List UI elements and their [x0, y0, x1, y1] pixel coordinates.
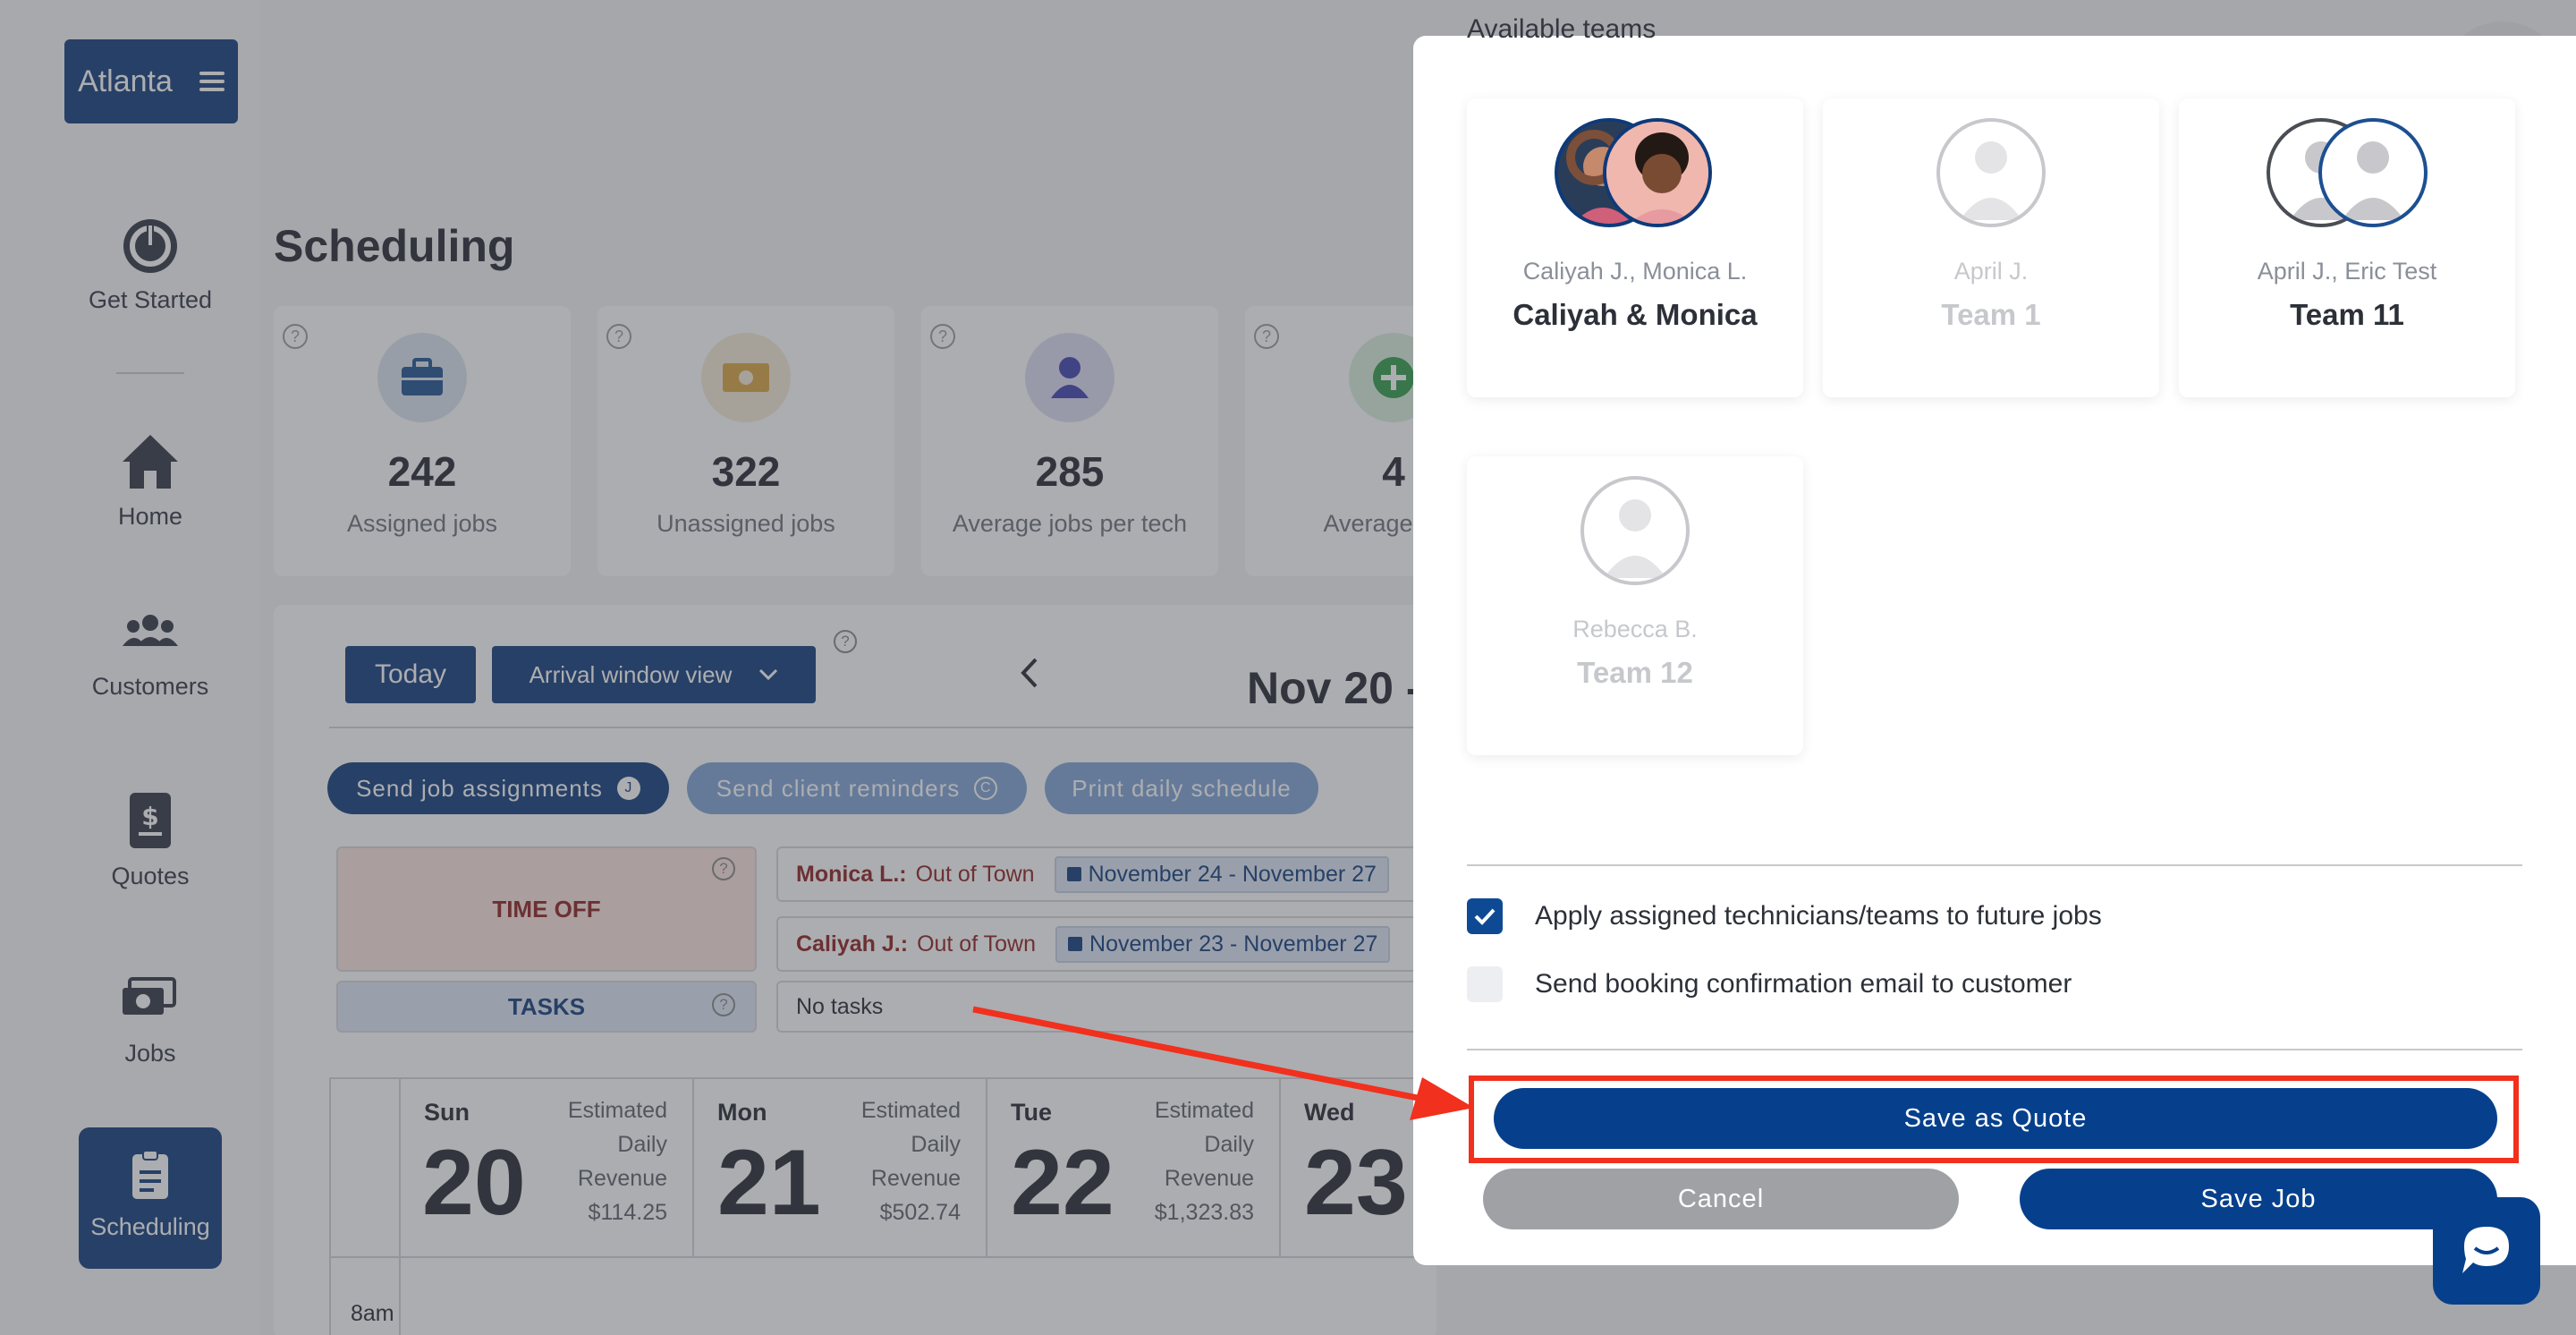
team-card-caliyah-monica[interactable]: Caliyah J., Monica L. Caliyah & Monica: [1467, 98, 1803, 397]
apply-future-jobs-checkbox[interactable]: [1467, 898, 1503, 934]
user-placeholder-icon: [1580, 476, 1690, 585]
chat-icon: [2462, 1227, 2509, 1273]
team-card-team-11[interactable]: April J., Eric Test Team 11: [2179, 98, 2515, 397]
save-job-button[interactable]: Save Job: [2020, 1169, 2497, 1229]
team-name: Caliyah & Monica: [1513, 298, 1758, 331]
cancel-button[interactable]: Cancel: [1483, 1169, 1959, 1229]
divider: [1467, 864, 2522, 866]
annotation-arrow: [972, 1006, 1474, 1120]
team-card-team-1[interactable]: April J. Team 1: [1823, 98, 2159, 397]
option-label: Send booking confirmation email to custo…: [1535, 969, 2072, 999]
team-name: Team 11: [2290, 298, 2404, 331]
user-placeholder-icon: [2318, 118, 2428, 227]
team-members: April J.: [1953, 258, 2029, 285]
option-label: Apply assigned technicians/teams to futu…: [1535, 901, 2102, 931]
team-card-team-12[interactable]: Rebecca B. Team 12: [1467, 456, 1803, 755]
divider: [1467, 1049, 2522, 1050]
send-confirmation-checkbox[interactable]: [1467, 966, 1503, 1002]
avatar: [1603, 118, 1712, 227]
team-name: Team 12: [1577, 656, 1693, 689]
checkmark-icon: [1474, 908, 1496, 925]
team-members: April J., Eric Test: [2257, 258, 2437, 285]
section-label: Available teams: [1467, 14, 1657, 44]
team-name: Team 1: [1941, 298, 2041, 331]
user-placeholder-icon: [1936, 118, 2046, 227]
apply-future-jobs-option[interactable]: Apply assigned technicians/teams to futu…: [1467, 897, 2102, 936]
team-members: Caliyah J., Monica L.: [1522, 258, 1748, 285]
highlight-box: [1469, 1076, 2519, 1163]
send-confirmation-option[interactable]: Send booking confirmation email to custo…: [1467, 965, 2072, 1004]
chat-button[interactable]: [2433, 1197, 2540, 1305]
team-members: Rebecca B.: [1572, 616, 1698, 642]
